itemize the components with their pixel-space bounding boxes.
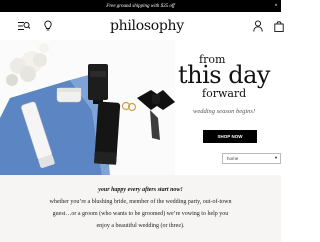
shopping-bag-icon[interactable] [274, 20, 284, 32]
promo-text: Free ground shipping with $35 off [106, 3, 175, 9]
shop-now-button[interactable]: SHOP NOW [203, 130, 257, 143]
chevron-down-icon: ▼ [274, 155, 278, 160]
page-select-value: home [227, 156, 239, 161]
site-header: philosophy [0, 12, 284, 40]
intro-line: guest…or a groom (who wants to be groome… [52, 211, 229, 217]
hero-product-image [0, 40, 175, 175]
close-icon[interactable]: × [274, 0, 278, 12]
menu-search-icon[interactable] [18, 21, 30, 31]
promo-bar: Free ground shipping with $35 off × [0, 0, 281, 12]
hero-heading-this-day: this day [178, 61, 270, 89]
site-logo[interactable]: philosophy [110, 18, 200, 34]
page-select[interactable]: home ▼ [222, 153, 281, 164]
hero-banner[interactable]: from this day forward wedding season beg… [0, 40, 281, 175]
intro-title: your happy every afters start now! [98, 187, 183, 193]
intro-section: your happy every afters start now! wheth… [0, 175, 281, 242]
hero-heading-forward: forward [202, 87, 247, 100]
hero-subtitle: wedding season begins! [193, 108, 256, 115]
intro-line: enjoy a beautiful wedding (or three). [96, 223, 185, 229]
account-icon[interactable] [253, 20, 263, 32]
intro-line: whether you’re a blushing bride, member … [49, 199, 232, 205]
bulb-icon[interactable] [44, 20, 52, 32]
